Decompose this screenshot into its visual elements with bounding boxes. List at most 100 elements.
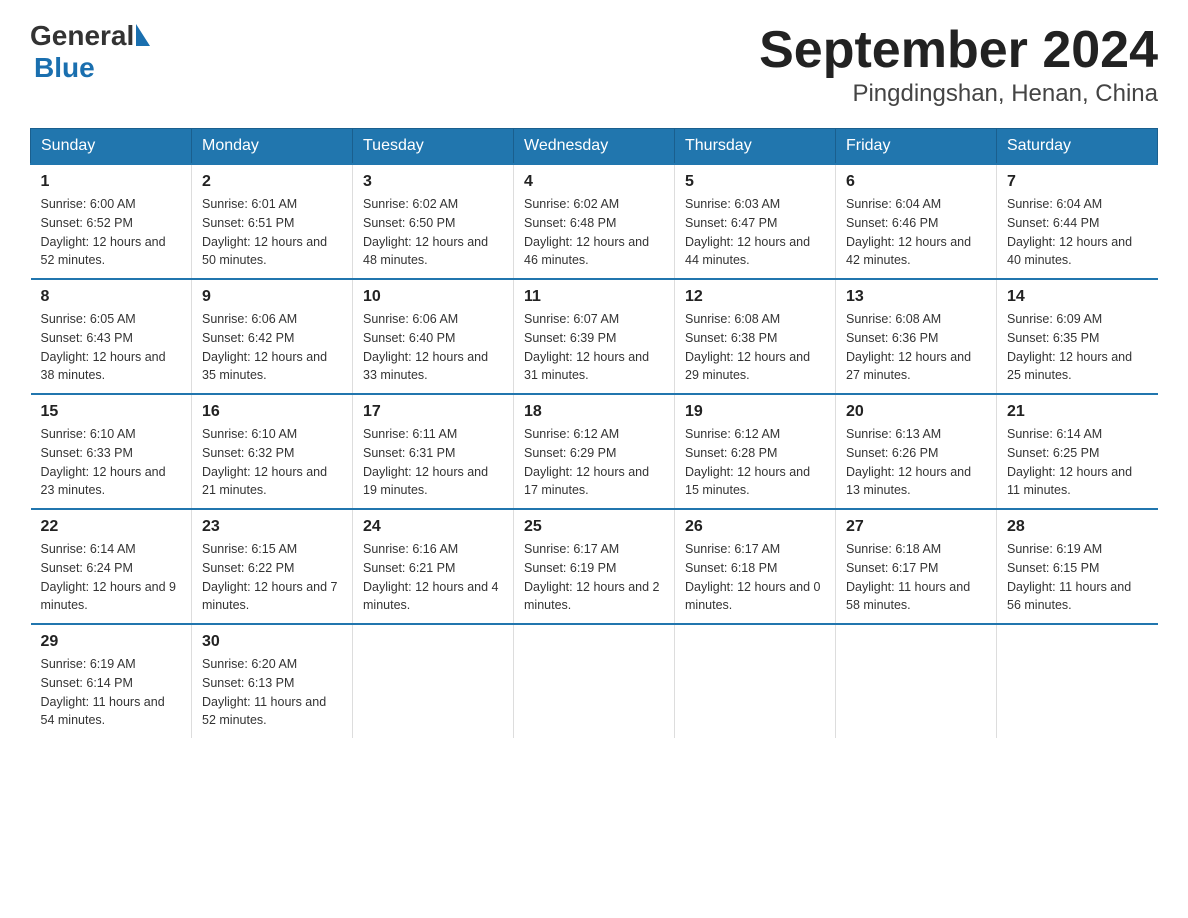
table-row: 22 Sunrise: 6:14 AM Sunset: 6:24 PM Dayl… bbox=[31, 509, 192, 624]
day-info: Sunrise: 6:19 AM Sunset: 6:15 PM Dayligh… bbox=[1007, 540, 1148, 615]
table-row bbox=[514, 624, 675, 738]
day-info: Sunrise: 6:17 AM Sunset: 6:18 PM Dayligh… bbox=[685, 540, 825, 615]
day-info: Sunrise: 6:06 AM Sunset: 6:42 PM Dayligh… bbox=[202, 310, 342, 385]
calendar-title: September 2024 bbox=[759, 20, 1158, 80]
day-number: 10 bbox=[363, 288, 503, 306]
day-info: Sunrise: 6:13 AM Sunset: 6:26 PM Dayligh… bbox=[846, 425, 986, 500]
table-row: 3 Sunrise: 6:02 AM Sunset: 6:50 PM Dayli… bbox=[353, 164, 514, 279]
day-number: 12 bbox=[685, 288, 825, 306]
calendar-week-row: 29 Sunrise: 6:19 AM Sunset: 6:14 PM Dayl… bbox=[31, 624, 1158, 738]
day-info: Sunrise: 6:17 AM Sunset: 6:19 PM Dayligh… bbox=[524, 540, 664, 615]
table-row: 8 Sunrise: 6:05 AM Sunset: 6:43 PM Dayli… bbox=[31, 279, 192, 394]
table-row: 24 Sunrise: 6:16 AM Sunset: 6:21 PM Dayl… bbox=[353, 509, 514, 624]
calendar-table: Sunday Monday Tuesday Wednesday Thursday… bbox=[30, 128, 1158, 738]
table-row: 14 Sunrise: 6:09 AM Sunset: 6:35 PM Dayl… bbox=[997, 279, 1158, 394]
day-number: 5 bbox=[685, 173, 825, 191]
day-number: 22 bbox=[41, 518, 182, 536]
table-row: 25 Sunrise: 6:17 AM Sunset: 6:19 PM Dayl… bbox=[514, 509, 675, 624]
table-row: 9 Sunrise: 6:06 AM Sunset: 6:42 PM Dayli… bbox=[192, 279, 353, 394]
day-number: 11 bbox=[524, 288, 664, 306]
table-row: 13 Sunrise: 6:08 AM Sunset: 6:36 PM Dayl… bbox=[836, 279, 997, 394]
day-info: Sunrise: 6:06 AM Sunset: 6:40 PM Dayligh… bbox=[363, 310, 503, 385]
day-info: Sunrise: 6:08 AM Sunset: 6:38 PM Dayligh… bbox=[685, 310, 825, 385]
day-number: 4 bbox=[524, 173, 664, 191]
day-info: Sunrise: 6:02 AM Sunset: 6:50 PM Dayligh… bbox=[363, 195, 503, 270]
table-row: 28 Sunrise: 6:19 AM Sunset: 6:15 PM Dayl… bbox=[997, 509, 1158, 624]
day-number: 23 bbox=[202, 518, 342, 536]
day-number: 6 bbox=[846, 173, 986, 191]
day-info: Sunrise: 6:19 AM Sunset: 6:14 PM Dayligh… bbox=[41, 655, 182, 730]
table-row: 27 Sunrise: 6:18 AM Sunset: 6:17 PM Dayl… bbox=[836, 509, 997, 624]
day-number: 2 bbox=[202, 173, 342, 191]
day-number: 17 bbox=[363, 403, 503, 421]
day-info: Sunrise: 6:00 AM Sunset: 6:52 PM Dayligh… bbox=[41, 195, 182, 270]
table-row bbox=[675, 624, 836, 738]
day-number: 1 bbox=[41, 173, 182, 191]
day-info: Sunrise: 6:09 AM Sunset: 6:35 PM Dayligh… bbox=[1007, 310, 1148, 385]
col-thursday: Thursday bbox=[675, 129, 836, 165]
day-number: 15 bbox=[41, 403, 182, 421]
col-wednesday: Wednesday bbox=[514, 129, 675, 165]
table-row: 10 Sunrise: 6:06 AM Sunset: 6:40 PM Dayl… bbox=[353, 279, 514, 394]
day-number: 16 bbox=[202, 403, 342, 421]
calendar-subtitle: Pingdingshan, Henan, China bbox=[759, 80, 1158, 108]
day-info: Sunrise: 6:11 AM Sunset: 6:31 PM Dayligh… bbox=[363, 425, 503, 500]
logo-text-general: General bbox=[30, 20, 134, 52]
day-info: Sunrise: 6:08 AM Sunset: 6:36 PM Dayligh… bbox=[846, 310, 986, 385]
day-number: 26 bbox=[685, 518, 825, 536]
day-number: 18 bbox=[524, 403, 664, 421]
table-row: 29 Sunrise: 6:19 AM Sunset: 6:14 PM Dayl… bbox=[31, 624, 192, 738]
page-header: General Blue September 2024 Pingdingshan… bbox=[30, 20, 1158, 108]
day-info: Sunrise: 6:04 AM Sunset: 6:44 PM Dayligh… bbox=[1007, 195, 1148, 270]
table-row: 6 Sunrise: 6:04 AM Sunset: 6:46 PM Dayli… bbox=[836, 164, 997, 279]
title-block: September 2024 Pingdingshan, Henan, Chin… bbox=[759, 20, 1158, 108]
table-row: 2 Sunrise: 6:01 AM Sunset: 6:51 PM Dayli… bbox=[192, 164, 353, 279]
day-number: 14 bbox=[1007, 288, 1148, 306]
day-info: Sunrise: 6:02 AM Sunset: 6:48 PM Dayligh… bbox=[524, 195, 664, 270]
logo-text-blue: Blue bbox=[34, 52, 95, 83]
day-info: Sunrise: 6:01 AM Sunset: 6:51 PM Dayligh… bbox=[202, 195, 342, 270]
day-info: Sunrise: 6:16 AM Sunset: 6:21 PM Dayligh… bbox=[363, 540, 503, 615]
day-number: 21 bbox=[1007, 403, 1148, 421]
logo: General Blue bbox=[30, 20, 150, 84]
day-info: Sunrise: 6:14 AM Sunset: 6:24 PM Dayligh… bbox=[41, 540, 182, 615]
table-row bbox=[997, 624, 1158, 738]
day-number: 29 bbox=[41, 633, 182, 651]
table-row: 7 Sunrise: 6:04 AM Sunset: 6:44 PM Dayli… bbox=[997, 164, 1158, 279]
calendar-header-row: Sunday Monday Tuesday Wednesday Thursday… bbox=[31, 129, 1158, 165]
day-number: 28 bbox=[1007, 518, 1148, 536]
day-number: 8 bbox=[41, 288, 182, 306]
day-info: Sunrise: 6:10 AM Sunset: 6:33 PM Dayligh… bbox=[41, 425, 182, 500]
table-row: 20 Sunrise: 6:13 AM Sunset: 6:26 PM Dayl… bbox=[836, 394, 997, 509]
calendar-week-row: 22 Sunrise: 6:14 AM Sunset: 6:24 PM Dayl… bbox=[31, 509, 1158, 624]
table-row: 17 Sunrise: 6:11 AM Sunset: 6:31 PM Dayl… bbox=[353, 394, 514, 509]
table-row: 19 Sunrise: 6:12 AM Sunset: 6:28 PM Dayl… bbox=[675, 394, 836, 509]
col-monday: Monday bbox=[192, 129, 353, 165]
table-row: 15 Sunrise: 6:10 AM Sunset: 6:33 PM Dayl… bbox=[31, 394, 192, 509]
table-row: 5 Sunrise: 6:03 AM Sunset: 6:47 PM Dayli… bbox=[675, 164, 836, 279]
table-row: 21 Sunrise: 6:14 AM Sunset: 6:25 PM Dayl… bbox=[997, 394, 1158, 509]
table-row: 18 Sunrise: 6:12 AM Sunset: 6:29 PM Dayl… bbox=[514, 394, 675, 509]
table-row: 30 Sunrise: 6:20 AM Sunset: 6:13 PM Dayl… bbox=[192, 624, 353, 738]
col-tuesday: Tuesday bbox=[353, 129, 514, 165]
day-info: Sunrise: 6:18 AM Sunset: 6:17 PM Dayligh… bbox=[846, 540, 986, 615]
day-info: Sunrise: 6:04 AM Sunset: 6:46 PM Dayligh… bbox=[846, 195, 986, 270]
day-number: 9 bbox=[202, 288, 342, 306]
calendar-week-row: 8 Sunrise: 6:05 AM Sunset: 6:43 PM Dayli… bbox=[31, 279, 1158, 394]
day-info: Sunrise: 6:14 AM Sunset: 6:25 PM Dayligh… bbox=[1007, 425, 1148, 500]
day-info: Sunrise: 6:15 AM Sunset: 6:22 PM Dayligh… bbox=[202, 540, 342, 615]
calendar-week-row: 15 Sunrise: 6:10 AM Sunset: 6:33 PM Dayl… bbox=[31, 394, 1158, 509]
calendar-week-row: 1 Sunrise: 6:00 AM Sunset: 6:52 PM Dayli… bbox=[31, 164, 1158, 279]
day-info: Sunrise: 6:12 AM Sunset: 6:29 PM Dayligh… bbox=[524, 425, 664, 500]
day-number: 13 bbox=[846, 288, 986, 306]
table-row: 16 Sunrise: 6:10 AM Sunset: 6:32 PM Dayl… bbox=[192, 394, 353, 509]
table-row bbox=[353, 624, 514, 738]
day-number: 30 bbox=[202, 633, 342, 651]
day-info: Sunrise: 6:12 AM Sunset: 6:28 PM Dayligh… bbox=[685, 425, 825, 500]
table-row bbox=[836, 624, 997, 738]
table-row: 12 Sunrise: 6:08 AM Sunset: 6:38 PM Dayl… bbox=[675, 279, 836, 394]
day-number: 20 bbox=[846, 403, 986, 421]
day-info: Sunrise: 6:03 AM Sunset: 6:47 PM Dayligh… bbox=[685, 195, 825, 270]
day-info: Sunrise: 6:20 AM Sunset: 6:13 PM Dayligh… bbox=[202, 655, 342, 730]
col-saturday: Saturday bbox=[997, 129, 1158, 165]
